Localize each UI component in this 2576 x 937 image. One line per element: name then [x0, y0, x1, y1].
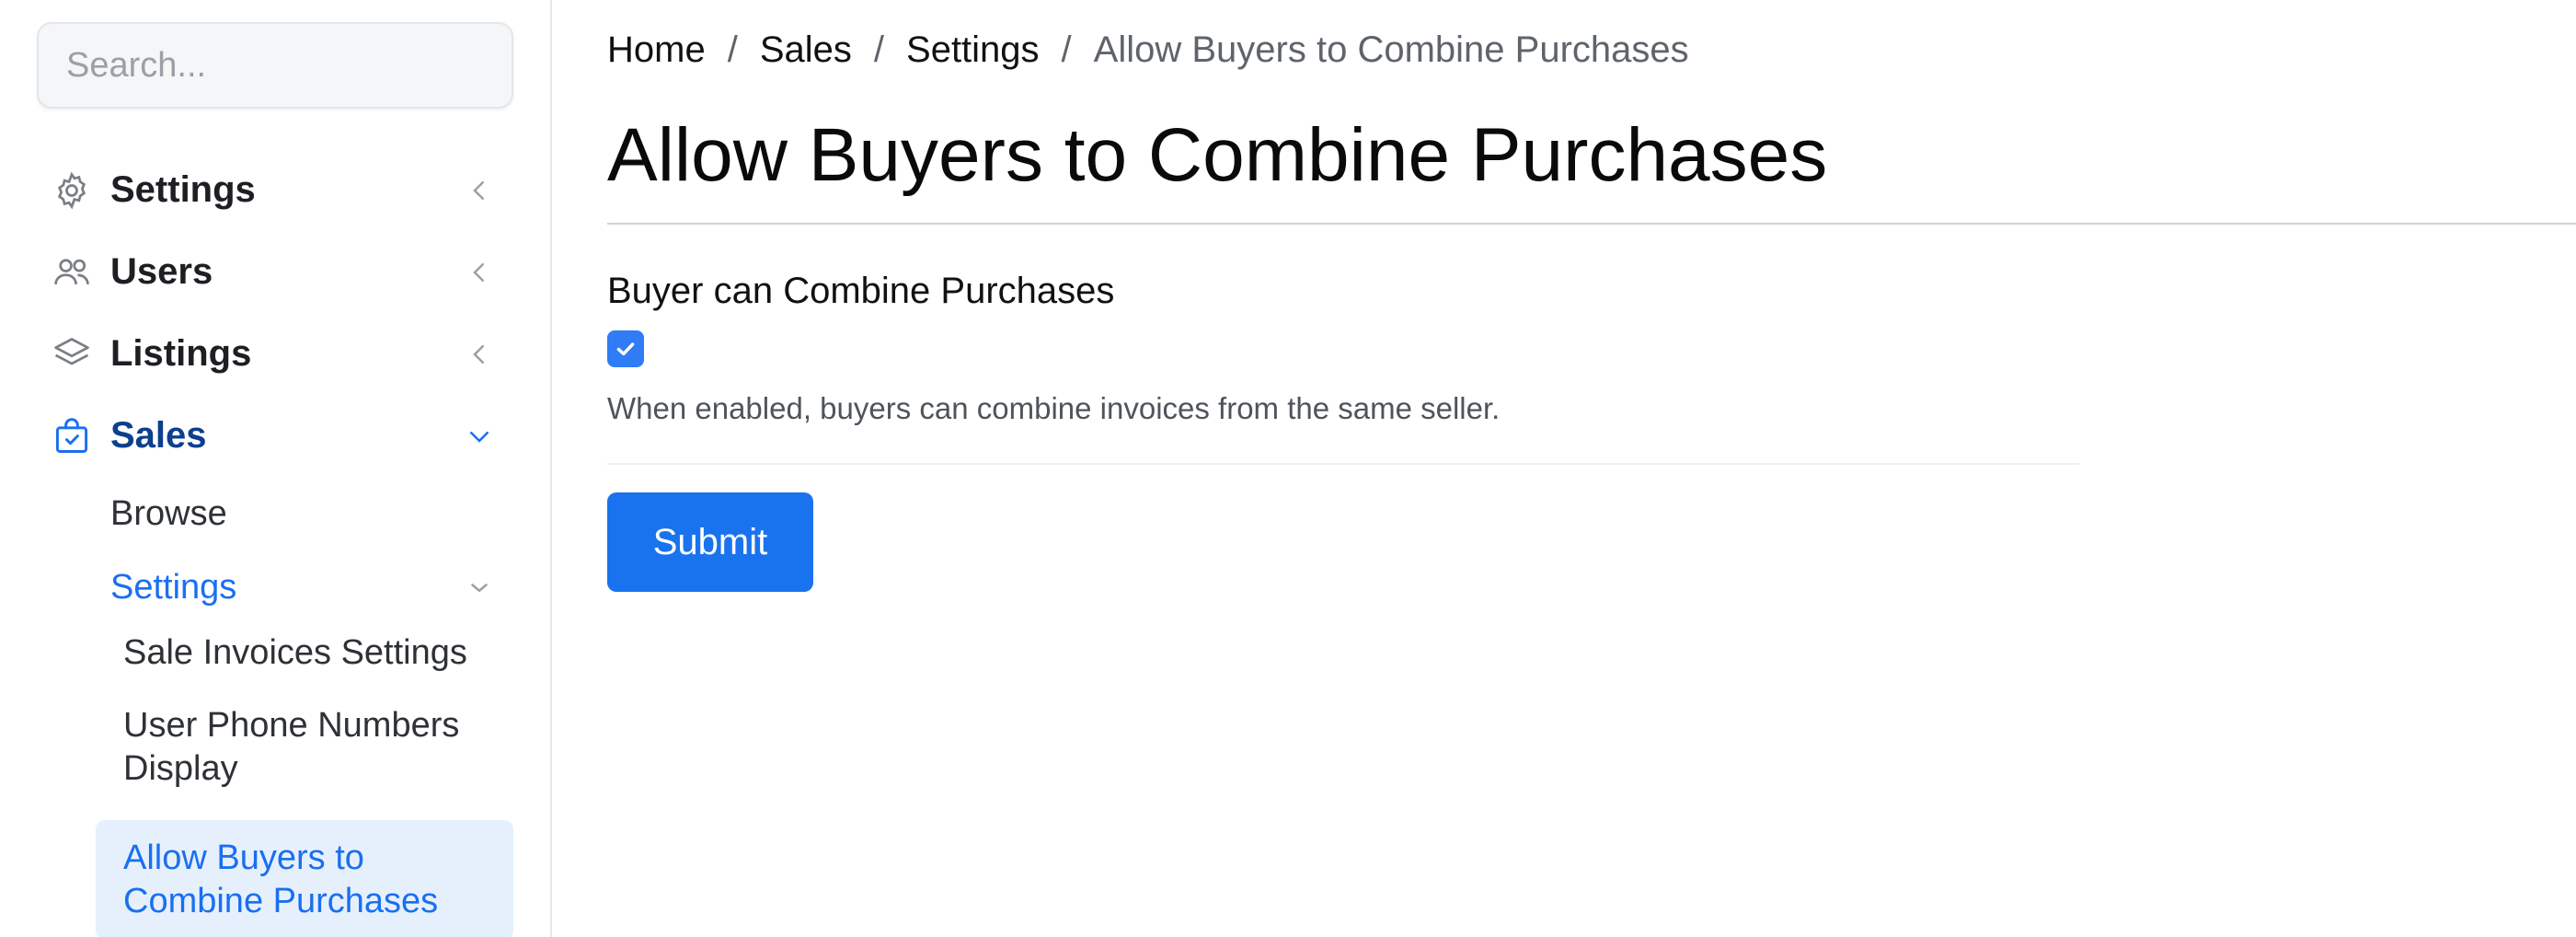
sidebar-item-label: Listings [110, 333, 252, 374]
title-divider [607, 223, 2576, 225]
chevron-down-icon [470, 431, 489, 443]
sidebar-item-label: Settings [110, 169, 256, 210]
breadcrumb-home[interactable]: Home [607, 29, 706, 71]
breadcrumb-current: Allow Buyers to Combine Purchases [1093, 29, 1689, 70]
chevron-down-icon [471, 584, 488, 593]
sidebar-item-settings[interactable]: Settings [37, 149, 513, 231]
sidebar-item-listings[interactable]: Listings [37, 313, 513, 395]
sidebar-subitem-label: Settings [110, 568, 237, 607]
main-content: Home / Sales / Settings / Allow Buyers t… [552, 0, 2576, 937]
help-text: When enabled, buyers can combine invoice… [607, 391, 1501, 425]
sidebar-subitem-browse[interactable]: Browse [37, 477, 513, 550]
breadcrumb-sales[interactable]: Sales [760, 29, 852, 71]
submit-button[interactable]: Submit [607, 492, 813, 592]
chevron-left-icon [473, 180, 484, 200]
layers-icon [54, 337, 89, 364]
form-divider [607, 463, 2079, 465]
sidebar-nav: Settings Users Listings Sales Browse Set… [37, 149, 513, 937]
sidebar-subitem-user-phone-numbers-display[interactable]: User Phone Numbers Display [37, 704, 513, 791]
sidebar-item-label: Users [110, 251, 213, 292]
search-box[interactable] [37, 22, 516, 109]
search-input[interactable] [66, 45, 516, 86]
page-title: Allow Buyers to Combine Purchases [607, 113, 1828, 197]
sidebar-item-sales[interactable]: Sales [37, 395, 513, 477]
breadcrumb-separator: / [727, 29, 738, 70]
breadcrumb-separator: / [873, 29, 885, 70]
sidebar-subitem-sale-invoices-settings[interactable]: Sale Invoices Settings [37, 631, 513, 675]
sidebar-item-users[interactable]: Users [37, 231, 513, 313]
app-window: Settings Users Listings [0, 0, 2576, 937]
sidebar: Settings Users Listings [0, 0, 552, 937]
gear-icon [57, 171, 86, 209]
breadcrumb-separator: / [1061, 29, 1072, 70]
shopping-bag-check-icon [55, 417, 88, 453]
breadcrumb-settings[interactable]: Settings [906, 29, 1040, 71]
breadcrumb: Home / Sales / Settings / Allow Buyers t… [607, 22, 2576, 77]
sidebar-item-label: Sales [110, 415, 207, 456]
field-label: Buyer can Combine Purchases [607, 271, 1115, 311]
chevron-left-icon [473, 262, 484, 282]
users-icon [54, 258, 89, 284]
checkmark-icon [616, 342, 635, 356]
sidebar-subitem-allow-buyers-combine[interactable]: Allow Buyers to Combine Purchases [96, 820, 513, 937]
chevron-left-icon [473, 344, 484, 364]
sidebar-subitem-settings[interactable]: Settings [37, 550, 513, 624]
combine-purchases-checkbox[interactable] [607, 330, 644, 367]
